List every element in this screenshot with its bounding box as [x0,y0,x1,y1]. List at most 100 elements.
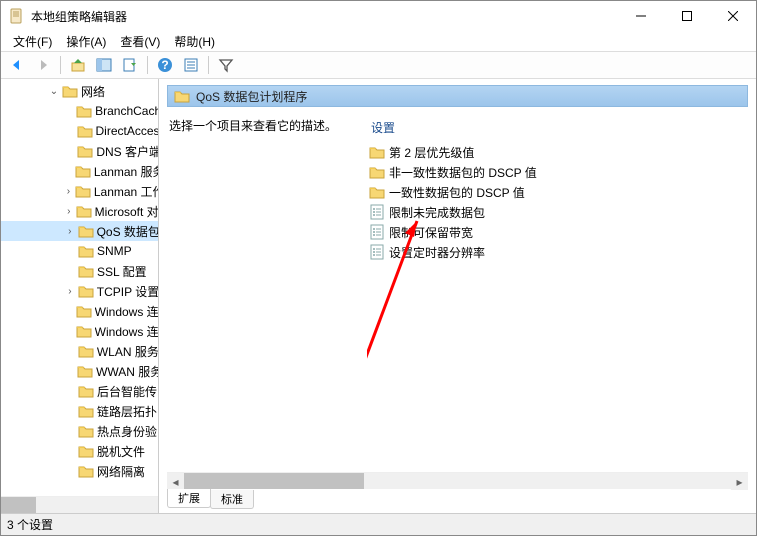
scrollbar-thumb[interactable] [1,497,36,513]
expander-empty [63,124,76,138]
folder-icon [78,263,94,279]
menu-action[interactable]: 操作(A) [60,32,112,51]
folder-icon [78,443,94,459]
tree-item-label: Windows 连接 [95,303,158,320]
expander-empty [63,364,76,378]
list-item[interactable]: 第 2 层优先级值 [367,142,748,162]
tree-item[interactable]: DNS 客户端 [1,141,158,161]
tree-horizontal-scrollbar[interactable] [1,496,158,513]
list-horizontal-scrollbar[interactable]: ◂ ▸ [167,472,748,489]
folder-icon [77,143,93,159]
help-button[interactable]: ? [153,54,177,76]
list-item[interactable]: 非一致性数据包的 DSCP 值 [367,162,748,182]
tree-item-label: TCPIP 设置 [97,283,158,300]
back-button[interactable] [5,54,29,76]
window: 本地组策略编辑器 文件(F) 操作(A) 查看(V) 帮助(H) ? ⌄ 网络 Br… [0,0,757,536]
tree-item[interactable]: WLAN 服务 [1,341,158,361]
tree-item[interactable]: 热点身份验 [1,421,158,441]
tree-item-label: 脱机文件 [97,443,145,460]
folder-icon [75,163,91,179]
chevron-right-icon[interactable]: › [63,284,77,298]
content-pane: QoS 数据包计划程序 选择一个项目来查看它的描述。 设置 第 2 层优先级值非… [159,79,756,513]
tree-item[interactable]: WWAN 服务 [1,361,158,381]
toolbar: ? [1,51,756,79]
folder-icon [77,363,93,379]
tree-item-label: WWAN 服务 [96,363,158,380]
list-item-label: 限制未完成数据包 [389,204,485,221]
list-item[interactable]: 一致性数据包的 DSCP 值 [367,182,748,202]
tree-item[interactable]: ›Microsoft 对等 [1,201,158,221]
chevron-down-icon[interactable]: ⌄ [47,84,61,98]
tree-item-root[interactable]: ⌄ 网络 [1,81,158,101]
tree-item[interactable]: SNMP [1,241,158,261]
tree-item-label: BranchCache [95,104,158,118]
list-item-label: 非一致性数据包的 DSCP 值 [389,164,537,181]
tree-item[interactable]: Windows 连接 [1,321,158,341]
folder-icon [174,88,190,104]
list-item-label: 一致性数据包的 DSCP 值 [389,184,525,201]
content-body: 选择一个项目来查看它的描述。 设置 第 2 层优先级值非一致性数据包的 DSCP… [167,111,748,470]
tree-item-label: 网络 [81,83,105,100]
tree-item[interactable]: BranchCache [1,101,158,121]
description-pane: 选择一个项目来查看它的描述。 [167,111,367,470]
tree-item[interactable]: 后台智能传 [1,381,158,401]
tree-item[interactable]: 脱机文件 [1,441,158,461]
tree-item[interactable]: › TCPIP 设置 [1,281,158,301]
tab-extended[interactable]: 扩展 [167,489,211,508]
chevron-right-icon[interactable]: › [63,204,75,218]
tree-item[interactable]: ›QoS 数据包 [1,221,158,241]
tree-item[interactable]: SSL 配置 [1,261,158,281]
chevron-right-icon[interactable]: › [63,224,77,238]
column-header-setting[interactable]: 设置 [367,115,748,142]
filter-button[interactable] [214,54,238,76]
toolbar-separator [60,56,61,74]
tree-item[interactable]: ›Lanman 工作站 [1,181,158,201]
setting-icon [369,224,385,240]
list-item[interactable]: 限制未完成数据包 [367,202,748,222]
tree-item-label: WLAN 服务 [97,343,158,360]
up-button[interactable] [66,54,90,76]
list-item[interactable]: 限制可保留带宽 [367,222,748,242]
tree-item[interactable]: 网络隔离 [1,461,158,481]
expander-empty [63,344,77,358]
expander-empty [63,384,77,398]
folder-icon [76,203,92,219]
tree-item[interactable]: 链路层拓扑 [1,401,158,421]
properties-button[interactable] [179,54,203,76]
expander-empty [63,244,77,258]
list-item[interactable]: 设置定时器分辨率 [367,242,748,262]
folder-icon [76,323,92,339]
tab-standard[interactable]: 标准 [210,490,254,509]
tree-item[interactable]: DirectAccess [1,121,158,141]
chevron-right-icon[interactable]: › [63,184,74,198]
menu-view[interactable]: 查看(V) [114,32,166,51]
expander-empty [63,144,76,158]
window-title: 本地组策略编辑器 [31,8,618,25]
expander-empty [63,324,75,338]
menu-file[interactable]: 文件(F) [7,32,58,51]
minimize-button[interactable] [618,1,664,31]
forward-button[interactable] [31,54,55,76]
show-hide-tree-button[interactable] [92,54,116,76]
expander-empty [63,304,75,318]
maximize-button[interactable] [664,1,710,31]
tree-item[interactable]: Lanman 服务器 [1,161,158,181]
export-list-button[interactable] [118,54,142,76]
content-header-label: QoS 数据包计划程序 [196,88,307,105]
scrollbar-thumb[interactable] [184,473,364,489]
tree-scroll[interactable]: ⌄ 网络 BranchCache DirectAccess DNS 客户端Lanman … [1,79,158,496]
menu-help[interactable]: 帮助(H) [168,32,221,51]
folder-icon [369,184,385,200]
scroll-left-arrow[interactable]: ◂ [167,473,184,490]
close-button[interactable] [710,1,756,31]
titlebar: 本地组策略编辑器 [1,1,756,31]
folder-icon [75,183,91,199]
folder-icon [78,423,94,439]
folder-icon [78,463,94,479]
scroll-right-arrow[interactable]: ▸ [731,473,748,490]
expander-empty [63,404,77,418]
folder-icon [78,283,94,299]
expander-empty [63,164,74,178]
tree-item[interactable]: Windows 连接 [1,301,158,321]
tree-item-label: DNS 客户端 [96,143,158,160]
